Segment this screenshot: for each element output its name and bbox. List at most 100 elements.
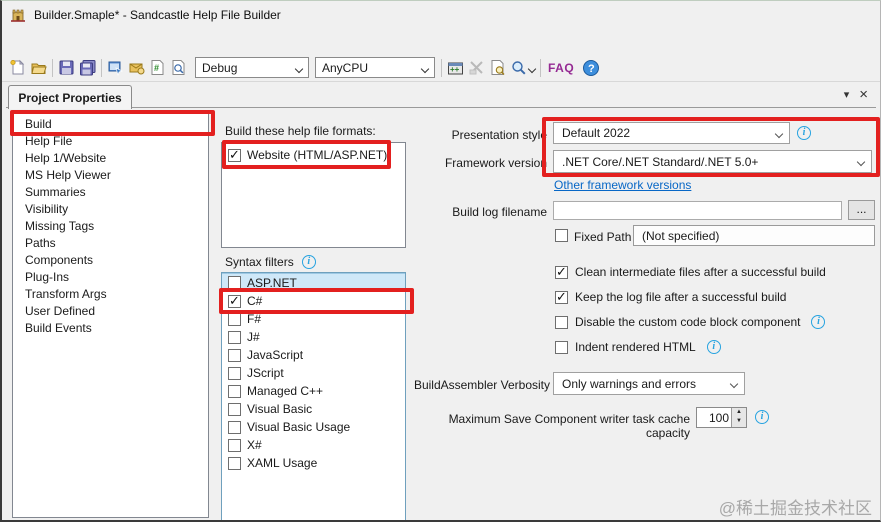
- toolbar: # Debug AnyCPU ++ FAQ ?: [2, 54, 880, 82]
- checkbox-row[interactable]: X#: [222, 436, 405, 454]
- checkbox[interactable]: [555, 264, 568, 280]
- faq-link[interactable]: FAQ: [548, 61, 574, 75]
- checkbox[interactable]: [555, 289, 568, 305]
- new-project-icon[interactable]: [7, 57, 28, 78]
- verbosity-combobox[interactable]: Only warnings and errors: [553, 372, 745, 395]
- max-cache-spinner[interactable]: 100 ▲ ▼: [696, 407, 747, 428]
- checkbox-label: XAML Usage: [247, 456, 318, 470]
- checkbox-row[interactable]: JavaScript: [222, 346, 405, 364]
- spinner-arrows[interactable]: ▲ ▼: [731, 408, 746, 427]
- category-item[interactable]: Build: [13, 116, 208, 133]
- checkbox[interactable]: [228, 276, 241, 289]
- search-icon[interactable]: [508, 57, 529, 78]
- info-icon[interactable]: i: [755, 410, 769, 424]
- max-cache-label: Maximum Save Component writer task cache…: [448, 412, 690, 440]
- chevron-down-icon: [856, 157, 866, 167]
- info-icon[interactable]: i: [706, 340, 721, 354]
- category-item[interactable]: MS Help Viewer: [13, 167, 208, 184]
- component-icon[interactable]: [126, 57, 147, 78]
- app-window: Builder.Smaple* - Sandcastle Help File B…: [0, 0, 881, 522]
- checkbox-row[interactable]: Managed C++: [222, 382, 405, 400]
- checkbox[interactable]: [228, 147, 241, 163]
- checkbox-row[interactable]: Website (HTML/ASP.NET): [222, 146, 405, 164]
- open-project-icon[interactable]: [28, 57, 49, 78]
- option-row[interactable]: Disable the custom code block component …: [555, 315, 826, 329]
- build-log-filename-input[interactable]: [553, 201, 842, 220]
- category-item[interactable]: User Defined: [13, 303, 208, 320]
- checkbox-label: J#: [247, 330, 260, 344]
- project-explorer-icon[interactable]: [105, 57, 126, 78]
- checkbox-row[interactable]: F#: [222, 310, 405, 328]
- entity-references-icon[interactable]: #: [147, 57, 168, 78]
- category-item[interactable]: Summaries: [13, 184, 208, 201]
- checkbox[interactable]: [555, 315, 568, 329]
- category-item[interactable]: Plug-Ins: [13, 269, 208, 286]
- configuration-value: Debug: [202, 60, 238, 75]
- close-tab-icon[interactable]: ×: [859, 87, 868, 102]
- presentation-style-combobox[interactable]: Default 2022: [553, 122, 790, 144]
- checkbox-row[interactable]: J#: [222, 328, 405, 346]
- save-icon[interactable]: [56, 57, 77, 78]
- checkbox[interactable]: [228, 384, 241, 398]
- build-project-icon[interactable]: ++: [445, 57, 466, 78]
- framework-version-combobox[interactable]: .NET Core/.NET Standard/.NET 5.0+: [553, 150, 872, 173]
- checkbox-label: ASP.NET: [247, 275, 297, 290]
- category-item[interactable]: Help 1/Website: [13, 150, 208, 167]
- syntax-filters-list: ASP.NET C# F# J# JavaScript JScript Mana…: [221, 272, 406, 520]
- checkbox[interactable]: [555, 340, 568, 354]
- other-framework-versions-link[interactable]: Other framework versions: [554, 178, 691, 192]
- checkbox-row[interactable]: Visual Basic Usage: [222, 418, 405, 436]
- category-item[interactable]: Components: [13, 252, 208, 269]
- checkbox[interactable]: [228, 456, 241, 470]
- chevron-down-icon: [774, 129, 784, 139]
- category-item[interactable]: Transform Args: [13, 286, 208, 303]
- checkbox-row[interactable]: C#: [222, 292, 405, 310]
- checkbox-label: X#: [247, 438, 262, 452]
- verbosity-label: BuildAssembler Verbosity: [413, 378, 550, 392]
- preview-topic-icon[interactable]: [168, 57, 189, 78]
- option-row[interactable]: Keep the log file after a successful bui…: [555, 289, 786, 305]
- checkbox[interactable]: [228, 293, 241, 309]
- svg-text:#: #: [154, 63, 159, 73]
- view-help-file-icon[interactable]: [487, 57, 508, 78]
- checkbox[interactable]: [228, 402, 241, 416]
- category-item[interactable]: Build Events: [13, 320, 208, 337]
- cancel-build-icon[interactable]: [466, 57, 487, 78]
- checkbox[interactable]: [228, 420, 241, 434]
- checkbox-row[interactable]: ASP.NET: [222, 273, 405, 292]
- category-item[interactable]: Paths: [13, 235, 208, 252]
- help-icon[interactable]: ?: [580, 57, 601, 78]
- spinner-down-icon[interactable]: ▼: [732, 417, 746, 426]
- toolbar-separator: [441, 58, 442, 77]
- info-icon[interactable]: i: [811, 315, 826, 329]
- tab-project-properties[interactable]: Project Properties: [8, 85, 132, 109]
- chevron-down-icon: [294, 64, 304, 74]
- browse-button[interactable]: ...: [848, 200, 875, 220]
- option-row[interactable]: Indent rendered HTML i: [555, 340, 721, 354]
- checkbox-row[interactable]: Visual Basic: [222, 400, 405, 418]
- option-label: Indent rendered HTML: [575, 340, 696, 354]
- toolbar-separator: [101, 58, 102, 77]
- platform-combobox[interactable]: AnyCPU: [315, 57, 435, 78]
- checkbox[interactable]: [228, 366, 241, 380]
- configuration-combobox[interactable]: Debug: [195, 57, 309, 78]
- checkbox[interactable]: [228, 438, 241, 452]
- spinner-up-icon[interactable]: ▲: [732, 408, 746, 417]
- presentation-style-value: Default 2022: [562, 126, 631, 140]
- tab-list-dropdown-icon[interactable]: ▾: [844, 88, 850, 101]
- category-item[interactable]: Help File: [13, 133, 208, 150]
- save-all-icon[interactable]: [77, 57, 98, 78]
- info-icon[interactable]: i: [797, 126, 811, 140]
- checkbox[interactable]: [228, 330, 241, 344]
- checkbox[interactable]: [228, 348, 241, 362]
- info-icon[interactable]: i: [301, 255, 316, 269]
- fixed-path-checkbox[interactable]: [555, 229, 568, 242]
- checkbox-row[interactable]: JScript: [222, 364, 405, 382]
- category-item[interactable]: Visibility: [13, 201, 208, 218]
- search-dropdown-chevron-icon[interactable]: [527, 64, 537, 73]
- category-item[interactable]: Missing Tags: [13, 218, 208, 235]
- option-row[interactable]: Clean intermediate files after a success…: [555, 264, 826, 280]
- checkbox-label: Visual Basic Usage: [247, 420, 351, 434]
- checkbox[interactable]: [228, 312, 241, 326]
- checkbox-row[interactable]: XAML Usage: [222, 454, 405, 472]
